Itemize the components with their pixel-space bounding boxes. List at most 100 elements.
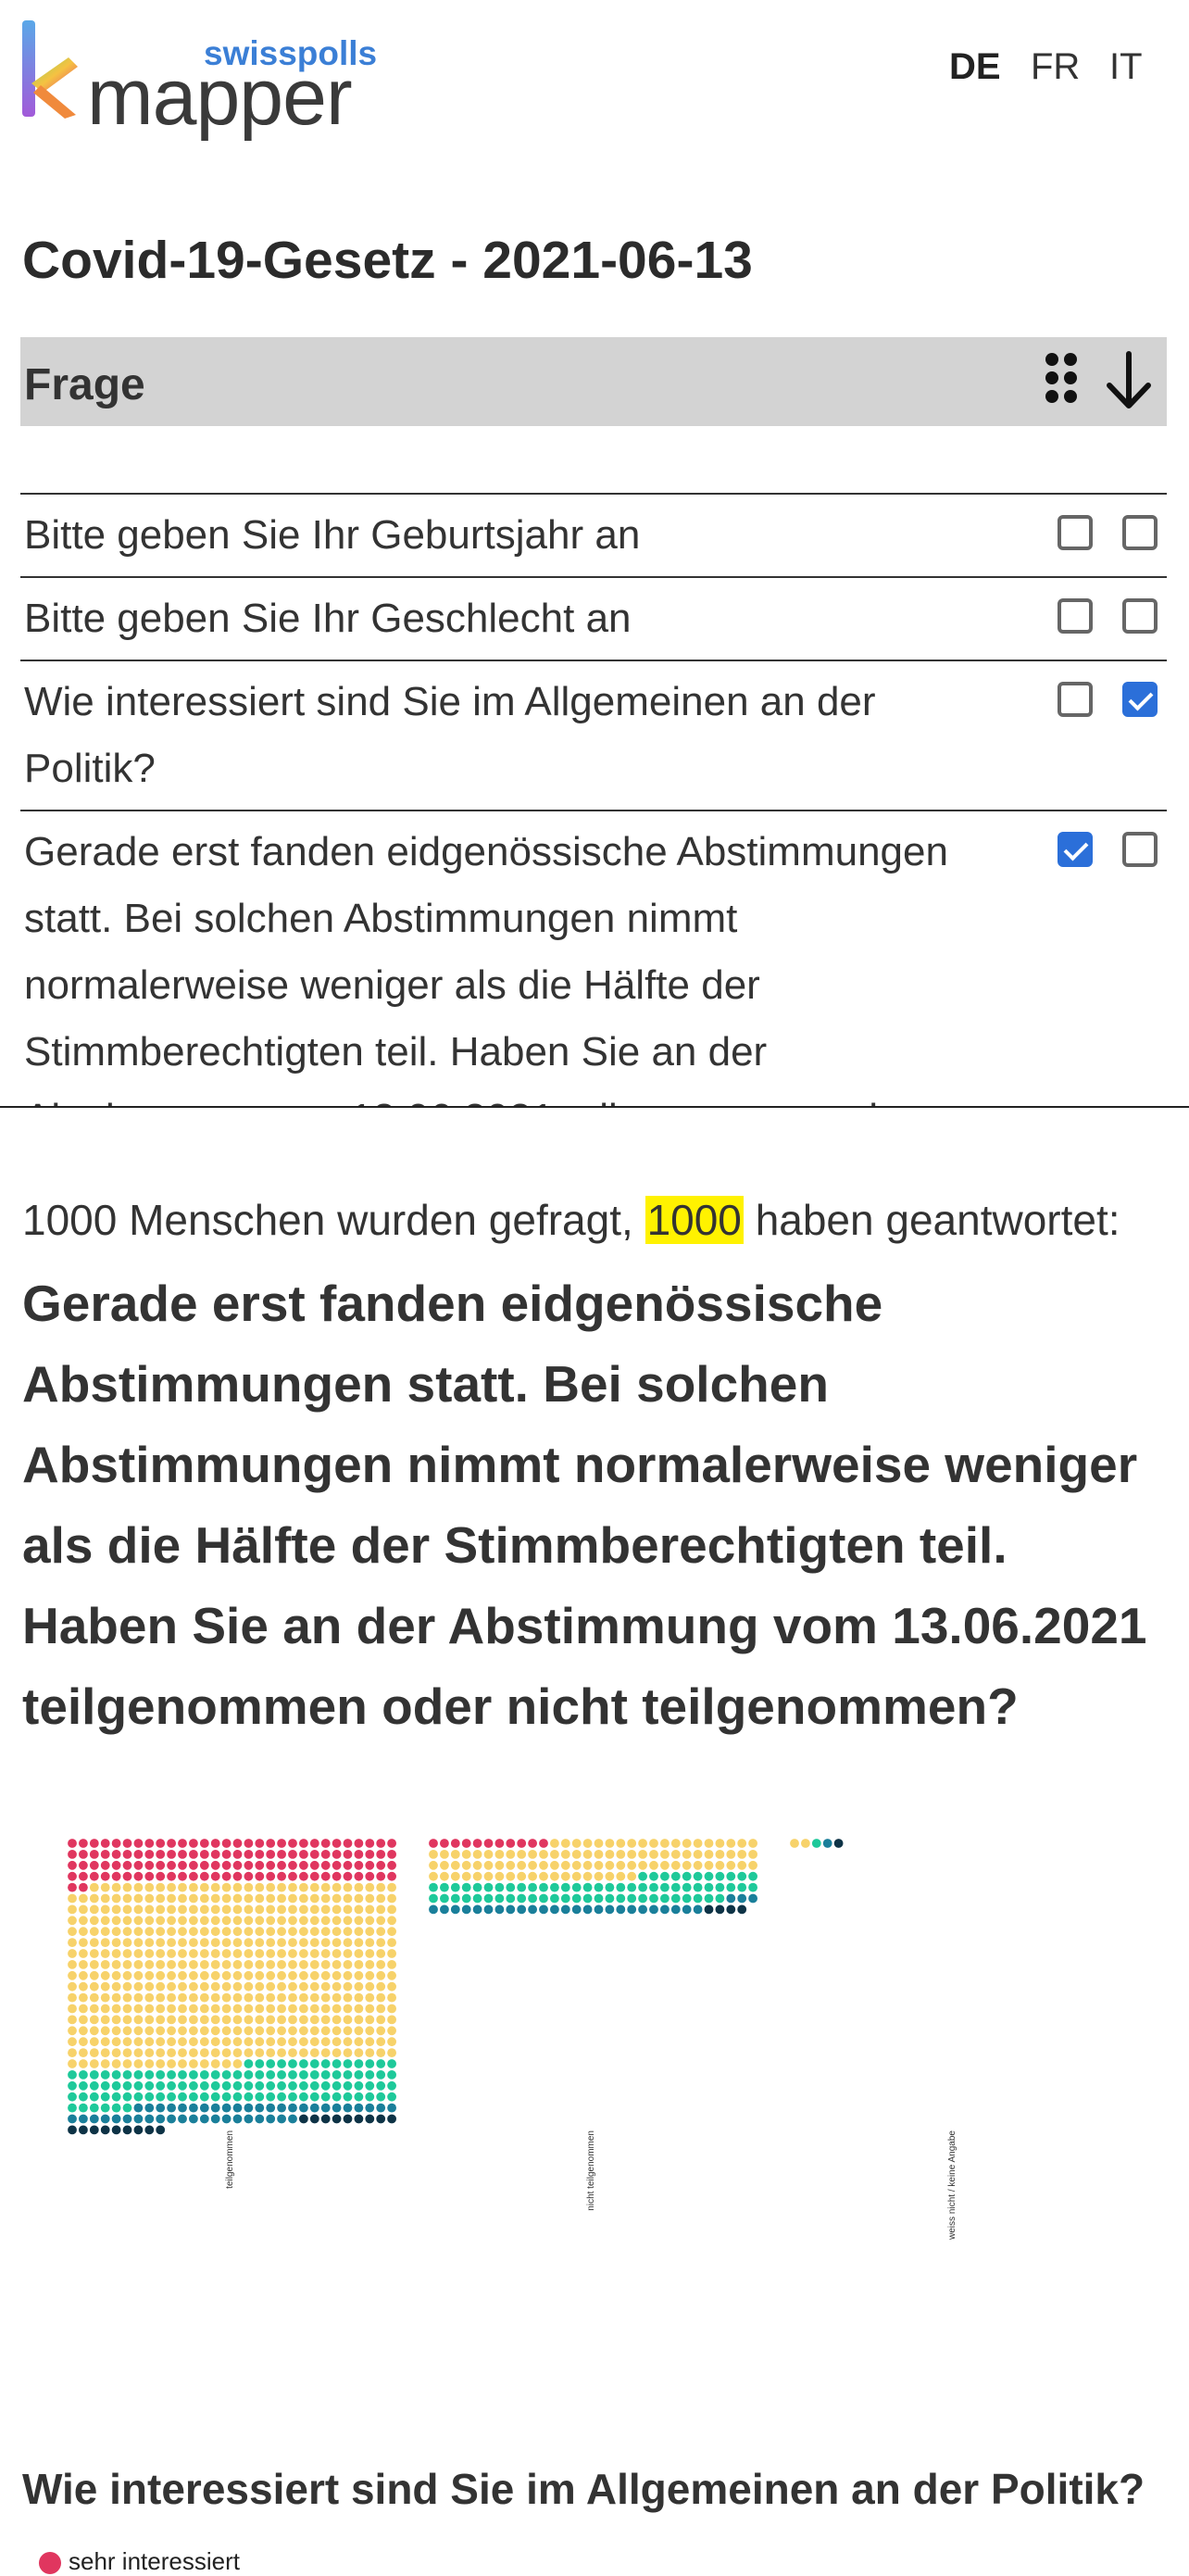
waffle-dot [638,1904,647,1915]
waffle-dot [582,1882,593,1892]
waffle-dot [221,2092,232,2102]
waffle-dot [365,1970,375,1980]
waffle-dot [277,1916,286,1926]
waffle-dot [122,1904,132,1915]
waffle-dot [277,2114,286,2124]
question-row[interactable]: Gerade erst fanden eidgenössische Abstim… [20,810,1167,1106]
waffle-dot [89,1850,99,1859]
waffle-dot [167,2092,177,2102]
waffle-dot [167,2037,177,2047]
waffle-dot [332,1916,342,1926]
waffle-dot [332,1992,342,2003]
checkbox-primary[interactable] [1058,682,1093,717]
waffle-dot [266,2026,276,2036]
waffle-dot [100,2070,110,2080]
waffle-dot [68,2114,77,2124]
checkbox-secondary[interactable] [1122,515,1158,550]
waffle-dot [332,1981,342,1992]
waffle-dot [582,1850,593,1859]
waffle-dot [144,2048,155,2057]
waffle-dot [122,2080,132,2091]
waffle-dot [299,2059,308,2068]
waffle-dot [221,2103,232,2113]
waffle-dot [178,1927,187,1937]
waffle-dot [494,1893,505,1904]
waffle-dot [539,1882,548,1892]
waffle-dot [332,2070,342,2080]
waffle-dot [111,2059,121,2068]
waffle-dot [199,1927,209,1937]
waffle-dot [133,2048,144,2057]
lang-de[interactable]: DE [949,46,1001,88]
waffle-dot [387,2048,396,2057]
waffle-dot [189,1960,198,1969]
waffle-dot [494,1839,505,1848]
waffle-dot [221,2026,232,2036]
waffle-dot [309,2037,319,2047]
waffle-dot [343,2015,353,2025]
waffle-dot [266,1893,276,1904]
question-row[interactable]: Wie interessiert sind Sie im Allgemeinen… [20,660,1167,810]
waffle-dot [221,1882,232,1892]
waffle-dot [376,1938,386,1947]
waffle-dot [332,2103,342,2113]
waffle-dot [309,1992,319,2003]
waffle-dot [244,2103,254,2113]
waffle-dot [178,2070,187,2080]
waffle-dot [111,2103,121,2113]
waffle-dot [210,1970,220,1980]
waffle-dot [111,1839,121,1848]
waffle-dot [232,2080,243,2091]
waffle-dot [244,1916,254,1926]
waffle-dot [365,2026,375,2036]
checkbox-secondary[interactable] [1122,598,1158,634]
waffle-dot [288,1850,297,1859]
waffle-dot [244,2080,254,2091]
waffle-dot [156,1992,166,2003]
checkbox-secondary[interactable] [1122,682,1158,717]
waffle-dot [309,2048,319,2057]
drag-dots-icon[interactable] [1043,350,1080,406]
question-row[interactable]: Bitte geben Sie Ihr Geburtsjahr an [20,493,1167,576]
waffle-dot [539,1893,548,1904]
question-row[interactable]: Bitte geben Sie Ihr Geschlecht an [20,576,1167,660]
waffle-dot [89,1860,99,1870]
checkbox-primary[interactable] [1058,598,1093,634]
waffle-dot [232,1893,243,1904]
waffle-dot [299,2015,308,2025]
waffle-dot [748,1893,757,1904]
checkbox-secondary[interactable] [1122,832,1158,867]
waffle-dot [429,1871,438,1881]
lang-fr[interactable]: FR [1031,46,1080,88]
waffle-dot [343,2059,353,2068]
waffle-dot [506,1871,516,1881]
waffle-dot [210,1839,220,1848]
lang-it[interactable]: IT [1109,46,1143,88]
waffle-dot [232,1871,243,1881]
waffle-dot [100,1860,110,1870]
waffle-dot [221,2004,232,2014]
waffle-dot [89,2103,99,2113]
waffle-dot [332,2059,342,2068]
waffle-dot [178,2048,187,2057]
waffle-dot [167,1916,177,1926]
waffle-dot [376,2004,386,2014]
waffle-dot [178,2037,187,2047]
waffle-dot [550,1850,559,1859]
waffle-dot [111,2037,121,2047]
waffle-dot [299,1981,308,1992]
waffle-dot [343,1850,353,1859]
waffle-dot [144,2004,155,2014]
logo[interactable]: swisspolls mapper [20,19,377,139]
checkbox-primary[interactable] [1058,515,1093,550]
waffle-dot [133,1960,144,1969]
checkbox-primary[interactable] [1058,832,1093,867]
waffle-dot [156,1893,166,1904]
waffle-dot [461,1893,471,1904]
waffle-dot [255,2026,265,2036]
waffle-dot [299,1970,308,1980]
waffle-dot [365,1904,375,1915]
waffle-dot [594,1839,604,1848]
arrow-down-icon[interactable] [1106,350,1152,411]
waffle-dot [299,1927,308,1937]
